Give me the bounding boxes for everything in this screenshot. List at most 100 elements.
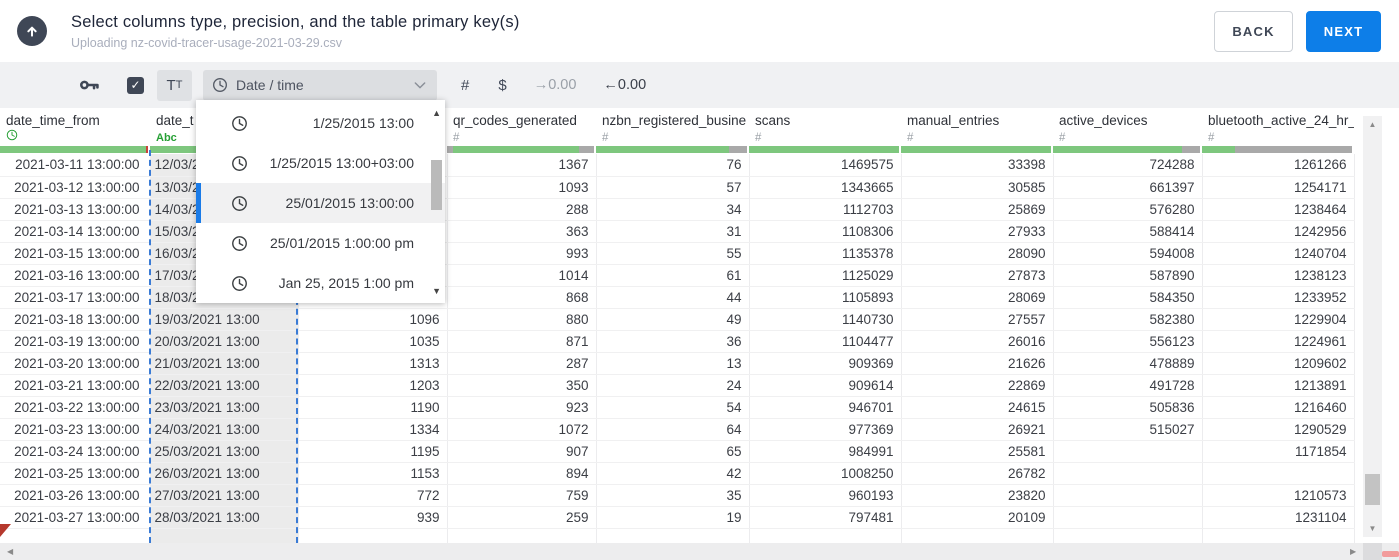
table-cell[interactable]: 287 [447,352,597,375]
scroll-left-arrow[interactable]: ◀ [7,547,13,556]
column-header[interactable]: nzbn_registered_busine [596,108,749,128]
table-cell[interactable]: 33398 [901,154,1054,177]
table-cell[interactable]: 2021-03-18 13:00:00 [0,308,151,331]
table-cell[interactable]: 55 [596,242,750,265]
table-cell[interactable]: 1140730 [749,308,902,331]
table-cell[interactable]: 907 [447,440,597,463]
table-cell[interactable]: 22869 [901,374,1054,397]
table-cell[interactable]: 28069 [901,286,1054,309]
table-cell[interactable]: 1254171 [1202,176,1355,199]
table-cell[interactable]: 909369 [749,352,902,375]
dropdown-scroll-up-arrow[interactable]: ▲ [432,108,441,118]
table-cell[interactable]: 1231104 [1202,506,1355,529]
table-cell[interactable]: 1334 [298,418,448,441]
table-cell[interactable]: 1238123 [1202,264,1355,287]
table-cell[interactable]: 584350 [1053,286,1203,309]
include-column-checkbox[interactable]: ✓ [127,76,144,94]
table-cell[interactable]: 2021-03-17 13:00:00 [0,286,151,309]
table-cell[interactable]: 984991 [749,440,902,463]
column-header[interactable]: manual_entries [901,108,1053,128]
table-cell[interactable]: 76 [596,154,750,177]
table-cell[interactable]: 977369 [749,418,902,441]
table-cell[interactable]: 1367 [447,154,597,177]
table-cell[interactable]: 20109 [901,506,1054,529]
table-cell[interactable]: 26016 [901,330,1054,353]
table-cell[interactable]: 724288 [1053,154,1203,177]
table-cell[interactable]: 23/03/2021 13:00 [150,396,299,419]
table-cell[interactable]: 797481 [749,506,902,529]
vertical-scrollbar-thumb[interactable] [1365,474,1380,505]
table-cell[interactable]: 23820 [901,484,1054,507]
table-cell[interactable]: 759 [447,484,597,507]
column-header[interactable]: active_devices [1053,108,1202,128]
table-cell[interactable] [1053,484,1203,507]
table-cell[interactable]: 25869 [901,198,1054,221]
next-button[interactable]: NEXT [1306,10,1381,52]
table-cell[interactable]: 1105893 [749,286,902,309]
table-cell[interactable]: 1072 [447,418,597,441]
decimal-shift-left-button[interactable]: ←0.00 [603,77,646,93]
table-cell[interactable]: 30585 [901,176,1054,199]
table-cell[interactable]: 1203 [298,374,448,397]
table-cell[interactable]: 2021-03-23 13:00:00 [0,418,151,441]
table-cell[interactable]: 25/03/2021 13:00 [150,440,299,463]
table-cell[interactable]: 2021-03-16 13:00:00 [0,264,151,287]
table-cell[interactable]: 1233952 [1202,286,1355,309]
table-cell[interactable]: 946701 [749,396,902,419]
table-cell[interactable]: 363 [447,220,597,243]
table-cell[interactable]: 1224961 [1202,330,1355,353]
table-cell[interactable]: 923 [447,396,597,419]
table-cell[interactable]: 587890 [1053,264,1203,287]
column-header[interactable]: date_time_from [0,108,150,128]
table-cell[interactable]: 27873 [901,264,1054,287]
table-cell[interactable]: 1242956 [1202,220,1355,243]
table-cell[interactable]: 880 [447,308,597,331]
date-format-option[interactable]: Jan 25, 2015 1:00 pm [196,263,445,303]
table-cell[interactable]: 2021-03-14 13:00:00 [0,220,151,243]
back-button[interactable]: BACK [1214,10,1293,52]
table-cell[interactable]: 65 [596,440,750,463]
table-cell[interactable]: 868 [447,286,597,309]
table-cell[interactable]: 993 [447,242,597,265]
table-cell[interactable]: 2021-03-20 13:00:00 [0,352,151,375]
table-cell[interactable]: 1096 [298,308,448,331]
currency-format-button[interactable]: $ [498,77,506,94]
table-cell[interactable]: 288 [447,198,597,221]
table-cell[interactable]: 2021-03-13 13:00:00 [0,198,151,221]
table-cell[interactable]: 2021-03-11 13:00:00 [0,154,151,177]
table-cell[interactable]: 556123 [1053,330,1203,353]
table-cell[interactable]: 1209602 [1202,352,1355,375]
table-cell[interactable]: 1035 [298,330,448,353]
table-cell[interactable] [1053,462,1203,485]
table-cell[interactable]: 36 [596,330,750,353]
table-cell[interactable]: 2021-03-27 13:00:00 [0,506,151,529]
table-cell[interactable]: 588414 [1053,220,1203,243]
column-header[interactable]: bluetooth_active_24_hr_ [1202,108,1354,128]
horizontal-scrollbar[interactable]: ◀ ▶ [0,543,1399,560]
table-cell[interactable]: 1108306 [749,220,902,243]
table-cell[interactable]: 44 [596,286,750,309]
table-cell[interactable]: 27933 [901,220,1054,243]
table-cell[interactable]: 871 [447,330,597,353]
table-cell[interactable]: 576280 [1053,198,1203,221]
table-cell[interactable]: 350 [447,374,597,397]
table-cell[interactable]: 27557 [901,308,1054,331]
table-cell[interactable] [1202,462,1355,485]
table-cell[interactable]: 2021-03-19 13:00:00 [0,330,151,353]
table-cell[interactable]: 61 [596,264,750,287]
scroll-right-arrow[interactable]: ▶ [1350,547,1356,556]
table-cell[interactable]: 20/03/2021 13:00 [150,330,299,353]
date-format-option[interactable]: 25/01/2015 1:00:00 pm [196,223,445,263]
table-cell[interactable]: 35 [596,484,750,507]
table-cell[interactable]: 64 [596,418,750,441]
table-cell[interactable]: 259 [447,506,597,529]
scroll-down-arrow[interactable]: ▼ [1363,524,1382,533]
table-cell[interactable]: 49 [596,308,750,331]
table-cell[interactable]: 1210573 [1202,484,1355,507]
column-type-select[interactable]: Date / time [203,69,437,101]
table-cell[interactable]: 24615 [901,396,1054,419]
table-cell[interactable]: 42 [596,462,750,485]
primary-key-button[interactable] [78,74,100,96]
table-cell[interactable]: 2021-03-12 13:00:00 [0,176,151,199]
dropdown-scrollbar-thumb[interactable] [431,160,442,210]
